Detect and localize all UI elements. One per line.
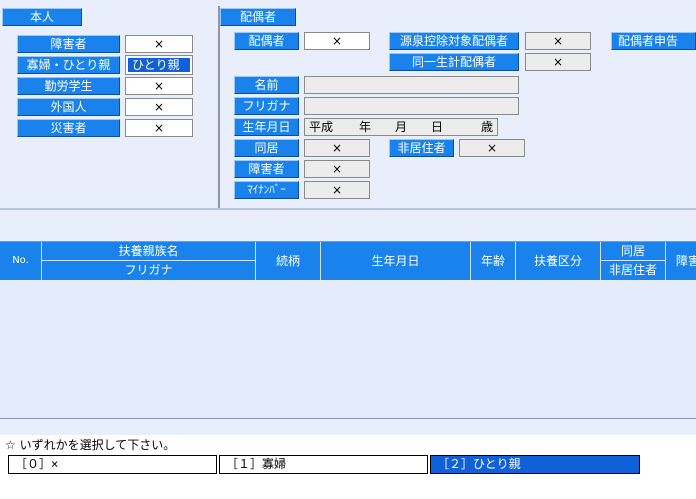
spouse-shogai-value[interactable]: ×	[304, 160, 370, 178]
seikei-label: 同一生計配偶者	[389, 53, 519, 71]
gensen-value[interactable]: ×	[525, 32, 591, 50]
birth-year-unit: 年	[359, 120, 372, 134]
dependents-table: No. 扶養親族名 フリガナ 続柄 生年月日 年齢 扶養区分 同居 非居住者 障…	[0, 241, 696, 419]
furigana-field[interactable]	[304, 97, 519, 115]
col-name: 扶養親族名	[42, 242, 256, 261]
col-shogai: 障害	[666, 242, 696, 280]
furigana-label: フリガナ	[234, 97, 299, 115]
option-2[interactable]: ［２］ひとり親	[430, 455, 640, 474]
birth-era: 平成	[309, 120, 334, 134]
col-dokyo: 同居	[601, 242, 666, 261]
hikyoju-label: 非居住者	[389, 139, 454, 157]
table-body[interactable]	[0, 280, 696, 418]
birth-field[interactable]: 平成 年 月 日 歳	[304, 118, 498, 136]
birth-day-unit: 日	[431, 120, 444, 134]
col-hikyoju: 非居住者	[601, 261, 666, 280]
birth-label: 生年月日	[234, 118, 299, 136]
spouse-value[interactable]: ×	[304, 32, 370, 50]
spouse-label: 配偶者	[234, 32, 299, 50]
dokyo-label: 同居	[234, 139, 299, 157]
kinrou-gakusei-label: 勤労学生	[17, 77, 120, 95]
birth-age-unit: 歳	[481, 120, 494, 134]
spouse-shogai-label: 障害者	[234, 160, 299, 178]
shogaisha-label: 障害者	[17, 35, 120, 53]
saigaisha-value[interactable]: ×	[125, 119, 193, 137]
mynumber-value[interactable]: ×	[304, 181, 370, 199]
mynumber-label: ﾏｲﾅﾝﾊﾞｰ	[234, 181, 299, 199]
spouse-title: 配偶者	[220, 8, 296, 26]
shinkoku-label: 配偶者申告	[611, 32, 696, 50]
dokyo-value[interactable]: ×	[304, 139, 370, 157]
shogaisha-value[interactable]: ×	[125, 35, 193, 53]
kafu-value[interactable]: ひとり親	[125, 55, 193, 75]
kafu-label: 寡婦・ひとり親	[17, 56, 120, 74]
gaikokujin-label: 外国人	[17, 98, 120, 116]
kinrou-gakusei-value[interactable]: ×	[125, 77, 193, 95]
gensen-label: 源泉控除対象配偶者	[389, 32, 519, 50]
col-age: 年齢	[471, 242, 516, 280]
col-furigana: フリガナ	[42, 261, 256, 280]
section-separator	[0, 208, 696, 210]
option-0[interactable]: ［０］×	[8, 455, 217, 474]
seikei-value[interactable]: ×	[525, 53, 591, 71]
name-field[interactable]	[304, 76, 519, 94]
option-1[interactable]: ［１］寡婦	[219, 455, 428, 474]
section-divider	[218, 6, 220, 208]
col-birth: 生年月日	[321, 242, 471, 280]
table-header: No. 扶養親族名 フリガナ 続柄 生年月日 年齢 扶養区分 同居 非居住者 障…	[0, 242, 696, 280]
col-relation: 続柄	[256, 242, 321, 280]
honnin-title: 本人	[2, 8, 82, 26]
col-category: 扶養区分	[516, 242, 601, 280]
col-no: No.	[0, 242, 42, 280]
gaikokujin-value[interactable]: ×	[125, 98, 193, 116]
birth-month-unit: 月	[395, 120, 408, 134]
hikyoju-value[interactable]: ×	[459, 139, 525, 157]
name-label: 名前	[234, 76, 299, 94]
saigaisha-label: 災害者	[17, 119, 120, 137]
footer-prompt: ☆ いずれかを選択して下さい。	[5, 438, 176, 452]
